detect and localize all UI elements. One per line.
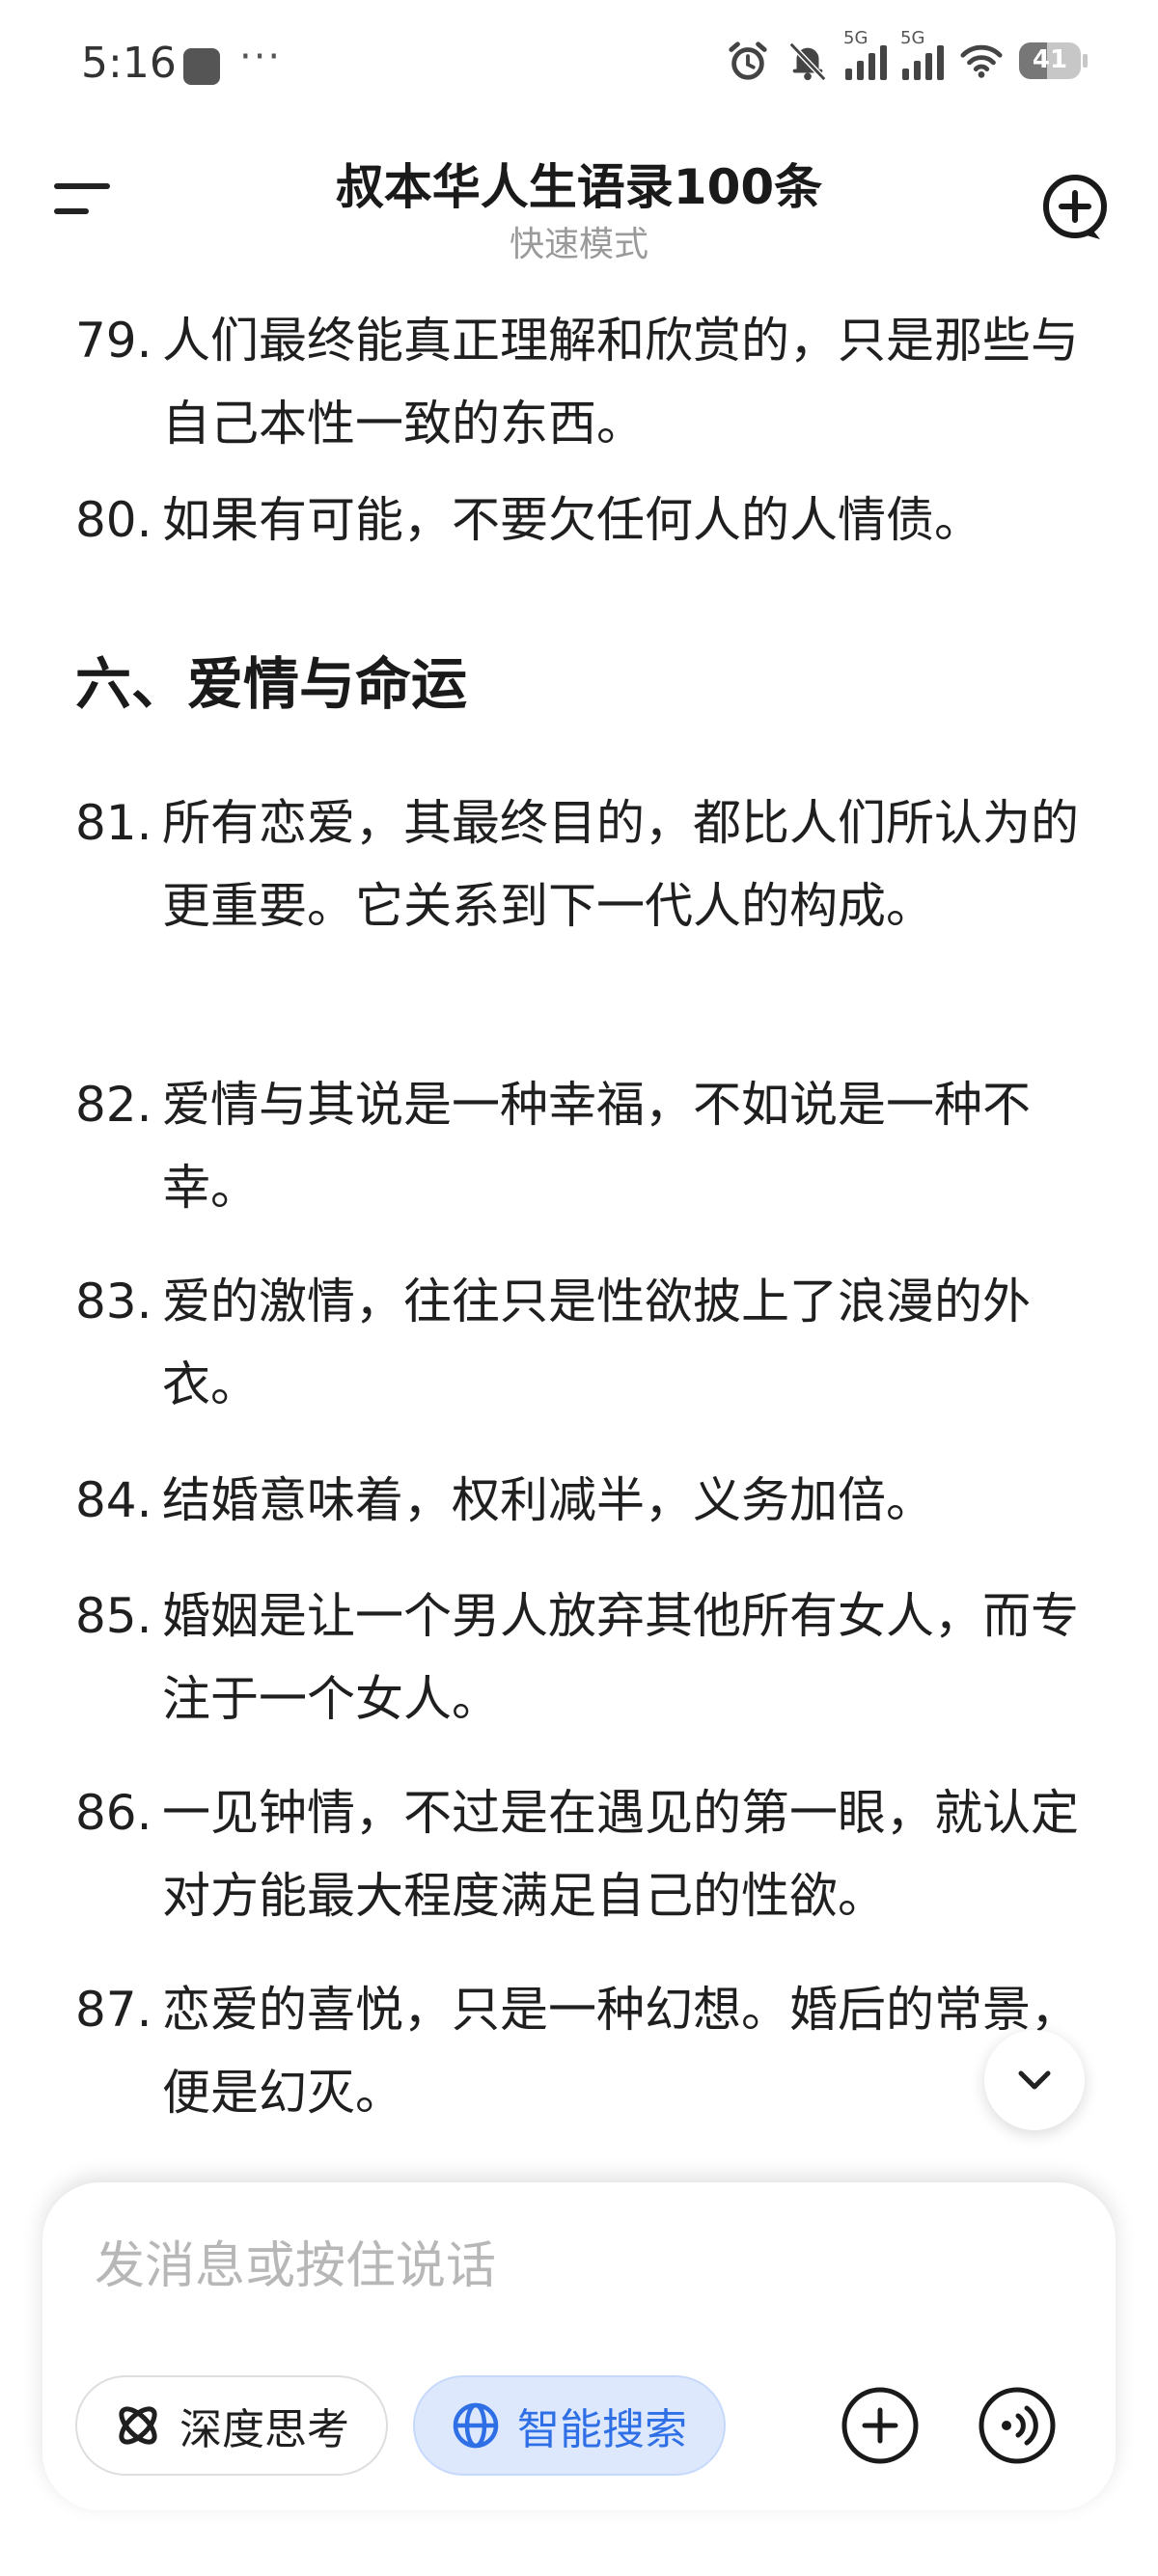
list-item: 85. 婚姻是让一个男人放弃其他所有女人，而专注于一个女人。 — [75, 1575, 1079, 1740]
plus-circle-icon[interactable] — [840, 2385, 921, 2466]
app-notification-icon — [183, 48, 220, 85]
list-number: 86. — [75, 1785, 152, 1841]
scroll-to-bottom-button[interactable] — [984, 2030, 1085, 2130]
status-more: ··· — [239, 35, 283, 79]
list-item: 81. 所有恋爱，其最终目的，都比人们所认为的更重要。它关系到下一代人的构成。 — [75, 781, 1079, 947]
menu-button[interactable] — [50, 172, 118, 230]
list-number: 87. — [75, 1982, 152, 2038]
list-number: 80. — [75, 492, 152, 548]
status-bar: 5:16 ··· 5G 5G 41 — [0, 0, 1158, 135]
list-text: 爱情与其说是一种幸福，不如说是一种不幸。 — [162, 1077, 1031, 1216]
wifi-icon — [960, 44, 1003, 78]
mute-bell-icon — [788, 41, 827, 82]
smart-search-toggle[interactable]: 智能搜索 — [413, 2375, 726, 2476]
list-number: 79. — [75, 313, 152, 369]
new-chat-icon[interactable] — [1036, 170, 1114, 247]
signal-1-label: 5G — [843, 28, 868, 48]
mode-label[interactable]: 快速模式 — [193, 216, 965, 266]
chevron-down-icon — [1018, 2070, 1051, 2090]
list-number: 81. — [75, 795, 152, 851]
list-text: 结婚意味着，权利减半，义务加倍。 — [162, 1472, 934, 1528]
cell-signal-1-icon: 5G — [843, 28, 887, 80]
menu-icon — [54, 183, 110, 189]
list-number: 82. — [75, 1077, 152, 1133]
page-title: 叔本华人生语录100条 — [335, 159, 823, 215]
list-text: 如果有可能，不要欠任何人的人情债。 — [162, 492, 982, 548]
list-text: 爱的激情，往往只是性欲披上了浪漫的外衣。 — [162, 1274, 1031, 1412]
list-item: 87. 恋爱的喜悦，只是一种幻想。婚后的常景，便是幻灭。 — [75, 1968, 1079, 2134]
smart-search-label: 智能搜索 — [517, 2405, 687, 2454]
battery-level: 41 — [1032, 45, 1068, 74]
list-number: 85. — [75, 1588, 152, 1644]
list-text: 恋爱的喜悦，只是一种幻想。婚后的常景，便是幻灭。 — [162, 1982, 1079, 2121]
list-item: 86. 一见钟情，不过是在遇见的第一眼，就认定对方能最大程度满足自己的性欲。 — [75, 1771, 1079, 1937]
list-text: 人们最终能真正理解和欣赏的，只是那些与自己本性一致的东西。 — [162, 313, 1079, 452]
atom-icon — [119, 2406, 157, 2445]
deep-think-toggle[interactable]: 深度思考 — [75, 2375, 388, 2476]
cell-signal-2-icon: 5G — [900, 28, 944, 80]
list-text: 所有恋爱，其最终目的，都比人们所认为的更重要。它关系到下一代人的构成。 — [162, 795, 1079, 934]
list-number: 84. — [75, 1472, 152, 1528]
battery-icon: 41 — [1019, 42, 1088, 79]
menu-icon-line — [54, 208, 89, 214]
list-number: 83. — [75, 1274, 152, 1329]
status-icons: 5G 5G 41 — [726, 28, 1088, 83]
chat-header: 叔本华人生语录100条 快速模式 — [0, 135, 1158, 280]
message-composer: 发消息或按住说话 深度思考 智能搜索 — [42, 2182, 1116, 2510]
alarm-icon — [729, 41, 767, 80]
globe-icon — [453, 2402, 499, 2449]
voice-icon[interactable] — [977, 2385, 1058, 2466]
list-text: 婚姻是让一个男人放弃其他所有女人，而专注于一个女人。 — [162, 1588, 1079, 1727]
message-input[interactable]: 发消息或按住说话 — [95, 2225, 496, 2297]
chat-message: 79. 人们最终能真正理解和欣赏的，只是那些与自己本性一致的东西。 80. 如果… — [0, 280, 1158, 2171]
section-heading: 六、爱情与命运 — [75, 651, 468, 717]
list-text: 一见钟情，不过是在遇见的第一眼，就认定对方能最大程度满足自己的性欲。 — [162, 1785, 1079, 1924]
list-item: 79. 人们最终能真正理解和欣赏的，只是那些与自己本性一致的东西。 — [75, 299, 1079, 465]
list-item: 82. 爱情与其说是一种幸福，不如说是一种不幸。 — [75, 1063, 1079, 1229]
status-time: 5:16 — [81, 39, 177, 88]
list-item: 80. 如果有可能，不要欠任何人的人情债。 — [75, 479, 1079, 562]
signal-2-label: 5G — [900, 28, 925, 48]
list-item: 83. 爱的激情，往往只是性欲披上了浪漫的外衣。 — [75, 1260, 1079, 1426]
list-item: 84. 结婚意味着，权利减半，义务加倍。 — [75, 1459, 1079, 1542]
deep-think-label: 深度思考 — [179, 2405, 349, 2454]
